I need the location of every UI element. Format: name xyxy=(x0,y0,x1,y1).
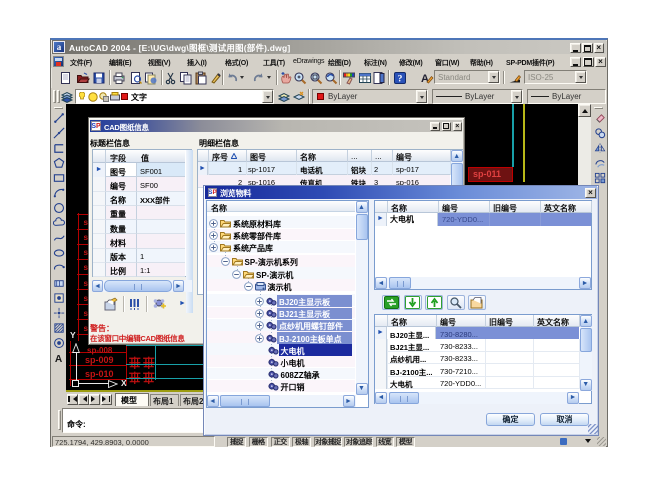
svg-text:A: A xyxy=(54,354,62,365)
svg-text:A: A xyxy=(421,73,429,85)
svg-text:?: ? xyxy=(397,75,402,85)
